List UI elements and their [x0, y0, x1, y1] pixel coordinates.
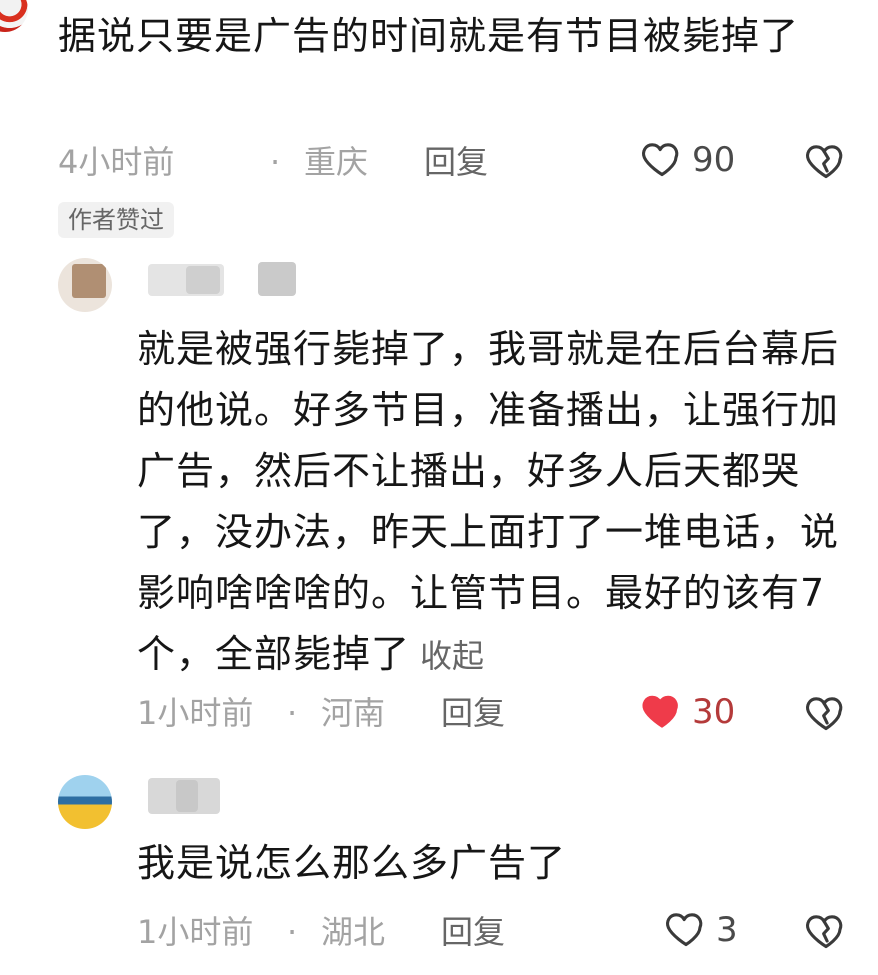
username-redacted	[258, 262, 296, 296]
author-liked-badge: 作者赞过	[58, 202, 174, 238]
meta-separator: ·	[270, 143, 281, 181]
comment-location: 湖北	[321, 913, 386, 951]
avatar[interactable]	[58, 775, 112, 829]
meta-separator: ·	[287, 694, 298, 732]
username-redacted	[186, 266, 220, 294]
broken-heart-icon	[806, 697, 843, 731]
dislike-button[interactable]	[804, 690, 848, 734]
like-count: 90	[692, 140, 736, 180]
comment-meta: 1小时前 · 湖北 回复	[137, 908, 537, 956]
comment-time: 1小时前	[137, 913, 254, 951]
avatar[interactable]	[58, 258, 112, 312]
comment-text: 据说只要是广告的时间就是有节目被毙掉了	[58, 14, 800, 58]
like-count: 3	[716, 910, 738, 950]
comment-meta: 1小时前 · 河南 回复	[137, 689, 537, 737]
like-count: 30	[692, 692, 736, 732]
dislike-button[interactable]	[804, 138, 848, 182]
broken-heart-icon	[806, 145, 843, 179]
comment-location: 重庆	[304, 143, 369, 181]
heart-icon	[666, 913, 703, 947]
comment-body: 就是被强行毙掉了，我哥就是在后台幕后的他说。好多节目，准备播出，让强行加广告，然…	[137, 327, 840, 676]
reply-button[interactable]: 回复	[441, 689, 505, 737]
collapse-link[interactable]: 收起	[420, 637, 484, 675]
like-button[interactable]: 90	[640, 136, 750, 184]
meta-separator: ·	[287, 913, 298, 951]
heart-icon	[642, 695, 678, 728]
like-button[interactable]: 30	[640, 688, 750, 736]
avatar[interactable]	[0, 0, 28, 32]
like-button[interactable]: 3	[664, 906, 754, 954]
comment-meta: 4小时前 · 重庆 回复	[58, 138, 488, 186]
comment-text: 我是说怎么那么多广告了	[137, 841, 567, 885]
reply-button[interactable]: 回复	[424, 138, 488, 186]
heart-icon	[642, 143, 679, 177]
comment-time: 4小时前	[58, 143, 175, 181]
broken-heart-icon	[806, 915, 843, 949]
comment-location: 河南	[321, 694, 386, 732]
comment-time: 1小时前	[137, 694, 254, 732]
comment-text: 就是被强行毙掉了，我哥就是在后台幕后的他说。好多节目，准备播出，让强行加广告，然…	[137, 319, 862, 687]
dislike-button[interactable]	[804, 908, 848, 952]
reply-button[interactable]: 回复	[441, 908, 505, 956]
username-redacted	[176, 780, 198, 812]
